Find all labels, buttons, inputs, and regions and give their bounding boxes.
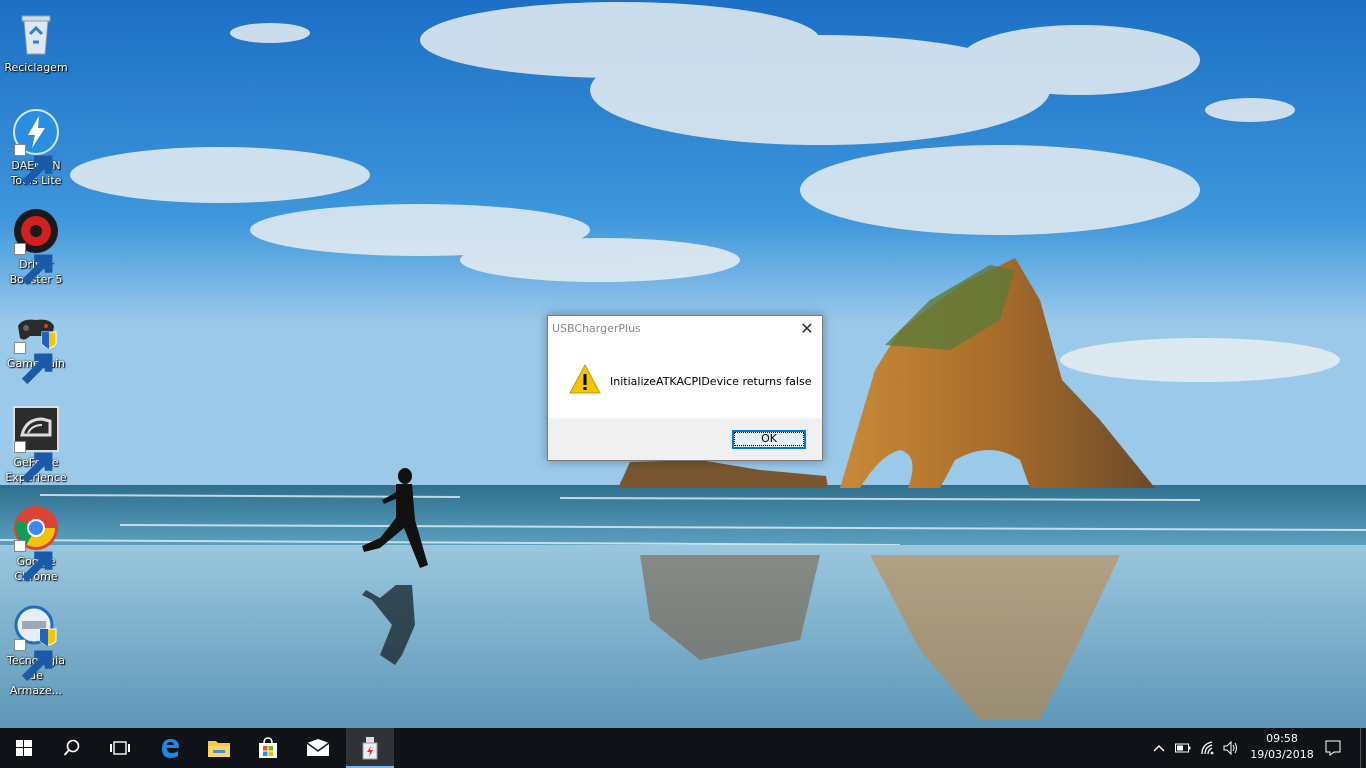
- show-desktop-button[interactable]: [1360, 728, 1366, 768]
- start-button[interactable]: [0, 728, 48, 768]
- shortcut-arrow-icon: [14, 144, 53, 187]
- ok-button[interactable]: OK: [732, 430, 806, 449]
- daemon-tools-icon: [12, 108, 60, 187]
- taskbar-usbchargerplus[interactable]: [346, 728, 394, 768]
- desktop-icon-driver-booster[interactable]: Driver Booster 5: [2, 203, 70, 287]
- desktop-icon-intel-storage[interactable]: Tecnologia de Armaze...: [2, 599, 70, 698]
- desktop-icon-recycle-bin[interactable]: Reciclagem: [2, 6, 70, 75]
- taskbar-edge[interactable]: [146, 728, 194, 768]
- ok-button-label: OK: [734, 432, 804, 446]
- task-view-icon: [110, 741, 130, 755]
- clock[interactable]: 09:58 19/03/2018: [1244, 731, 1320, 763]
- chrome-icon: [12, 504, 60, 583]
- mail-icon: [306, 739, 330, 756]
- wifi-icon: [1201, 741, 1214, 755]
- edge-icon: [162, 739, 179, 758]
- search-button[interactable]: [48, 728, 96, 768]
- warning-icon: [569, 363, 601, 394]
- chevron-up-icon: [1153, 745, 1165, 752]
- volume-tray[interactable]: [1220, 728, 1242, 768]
- task-view-button[interactable]: [96, 728, 144, 768]
- battery-tray[interactable]: [1173, 728, 1193, 768]
- dialog-titlebar[interactable]: USBChargerPlus ✕: [548, 316, 822, 344]
- wifi-tray[interactable]: [1198, 728, 1220, 768]
- intel-storage-icon: [12, 603, 60, 682]
- shortcut-arrow-icon: [14, 639, 53, 682]
- notification-icon: [1325, 740, 1341, 756]
- usbchargerplus-icon: [362, 737, 378, 760]
- taskbar-mail[interactable]: [294, 728, 342, 768]
- desktop-icon-daemon-tools[interactable]: DAEMON Tools Lite: [2, 104, 70, 188]
- dialog-footer: OK: [548, 418, 822, 460]
- store-icon: [259, 737, 277, 758]
- volume-icon: [1223, 741, 1237, 755]
- shortcut-arrow-icon: [14, 243, 53, 286]
- close-icon[interactable]: ✕: [792, 316, 822, 344]
- shortcut-arrow-icon: [14, 342, 53, 385]
- taskbar-store[interactable]: [244, 728, 292, 768]
- file-explorer-icon: [208, 741, 230, 757]
- desktop-icon-label: Reciclagem: [4, 61, 68, 74]
- start-icon: [16, 740, 32, 756]
- desktop-icon-gamegain[interactable]: GameGain: [2, 302, 70, 385]
- desktop-icon-geforce-experience[interactable]: GeForce Experience: [2, 401, 70, 485]
- geforce-icon: [12, 405, 60, 484]
- dialog-message: InitializeATKACPIDevice returns false: [610, 375, 812, 388]
- taskbar: 09:58 19/03/2018: [0, 728, 1366, 768]
- recycle-bin-icon: [12, 10, 60, 58]
- shortcut-arrow-icon: [14, 441, 53, 484]
- search-icon: [63, 739, 80, 756]
- dialog-content: InitializeATKACPIDevice returns false: [548, 344, 822, 419]
- gamegain-icon: [12, 306, 60, 385]
- battery-icon: [1175, 743, 1191, 753]
- taskbar-file-explorer[interactable]: [195, 728, 243, 768]
- dialog-title: USBChargerPlus: [552, 322, 641, 335]
- usbchargerplus-dialog: USBChargerPlus ✕ InitializeATKACPIDevice…: [547, 315, 823, 461]
- desktop-icon-google-chrome[interactable]: Google Chrome: [2, 500, 70, 584]
- show-hidden-icons-button[interactable]: [1150, 728, 1168, 768]
- driver-booster-icon: [12, 207, 60, 286]
- clock-date: 19/03/2018: [1250, 748, 1314, 761]
- shortcut-arrow-icon: [14, 540, 53, 583]
- clock-time: 09:58: [1266, 732, 1298, 745]
- action-center-button[interactable]: [1320, 728, 1346, 768]
